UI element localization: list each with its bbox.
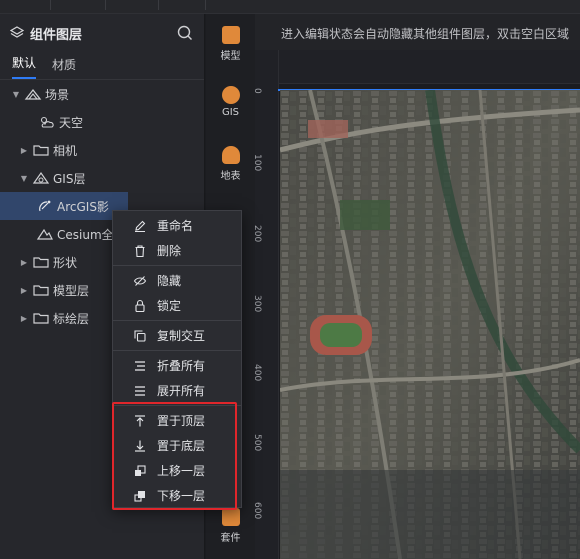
tree-item-arcgis-imagery[interactable]: ArcGIS影	[0, 192, 128, 220]
tree-item-label: 模型层	[53, 283, 90, 298]
lock-icon	[135, 299, 145, 312]
folder-icon	[33, 285, 49, 296]
folder-icon	[33, 145, 49, 156]
menu-divider	[113, 265, 241, 266]
satellite-imagery	[280, 90, 580, 559]
rail-item-gis[interactable]: GIS	[206, 86, 255, 118]
menu-item-label: 折叠所有	[157, 359, 206, 373]
menu-item-delete[interactable]: 删除	[113, 238, 241, 263]
tree-item-label: 标绘层	[53, 311, 90, 326]
satellite-icon	[39, 200, 51, 212]
collapsed-arrow-icon[interactable]: ▶	[18, 146, 30, 155]
toolbar-divider	[205, 0, 206, 10]
collapsed-arrow-icon[interactable]: ▶	[18, 286, 30, 295]
tree-item-label: 相机	[53, 143, 78, 158]
tree-item-scene[interactable]: ▼ 场景	[0, 80, 205, 108]
copy-icon	[134, 329, 146, 342]
menu-item-label: 删除	[157, 244, 182, 258]
rail-item-label: GIS	[221, 107, 240, 118]
ruler-label: 500	[252, 434, 262, 452]
terrain-icon	[36, 228, 53, 240]
toolbar-divider	[50, 0, 51, 10]
tree-item-label: ArcGIS影	[57, 199, 109, 214]
menu-item-label: 重命名	[157, 219, 194, 233]
tree-item-sky[interactable]: 天空	[0, 108, 205, 136]
rail-item-label: 模型	[220, 51, 241, 62]
tab-material[interactable]: 材质	[52, 56, 76, 79]
eye-off-icon	[133, 275, 147, 286]
pencil-icon	[135, 220, 146, 232]
rail-item-terrain[interactable]: 地表	[206, 146, 255, 182]
menu-item-lock[interactable]: 锁定	[113, 293, 241, 318]
scene-icon	[24, 88, 42, 100]
horizontal-ruler	[279, 50, 580, 84]
ruler-label: 400	[252, 364, 262, 382]
menu-item-copy-interaction[interactable]: 复制交互	[113, 323, 241, 348]
gis-icon	[221, 86, 240, 104]
vertical-ruler: 0 100 200 300 400 500 600	[252, 50, 279, 559]
rail-item-model[interactable]: 模型	[206, 26, 255, 62]
ruler-label: 300	[252, 295, 262, 313]
menu-item-label: 展开所有	[157, 384, 206, 398]
collapsed-arrow-icon[interactable]: ▶	[18, 258, 30, 267]
menu-item-hide[interactable]: 隐藏	[113, 268, 241, 293]
expand-icon	[135, 385, 145, 396]
tree-item-label: Cesium全	[57, 227, 114, 242]
kit-icon	[221, 508, 240, 526]
tree-item-label: 场景	[45, 87, 70, 102]
ruler-label: 200	[252, 225, 262, 243]
trash-icon	[135, 244, 145, 257]
folder-icon	[33, 313, 49, 324]
rail-item-label: 地表	[220, 171, 241, 182]
panel-title: 组件图层	[30, 27, 83, 43]
weather-icon	[40, 116, 54, 128]
ruler-label: 0	[252, 88, 262, 94]
expand-arrow-icon[interactable]: ▼	[10, 90, 22, 99]
menu-item-label: 复制交互	[157, 329, 206, 343]
terrain-icon	[221, 146, 240, 164]
edit-mode-hint: 进入编辑状态会自动隐藏其他组件图层，双击空白区域	[255, 14, 580, 50]
tree-item-label: 天空	[59, 115, 84, 130]
folder-icon	[33, 257, 49, 268]
ruler-label: 100	[252, 154, 262, 172]
tree-item-label: 形状	[53, 255, 78, 270]
menu-item-collapse-all[interactable]: 折叠所有	[113, 353, 241, 378]
ruler-label: 600	[252, 502, 262, 520]
rail-item-label: 套件	[220, 533, 241, 544]
gis-layer-icon	[32, 171, 50, 184]
collapse-icon	[135, 360, 145, 371]
tree-item-camera[interactable]: ▶ 相机	[0, 136, 205, 164]
map-canvas[interactable]	[280, 90, 580, 559]
toolbar-divider	[158, 0, 159, 10]
layers-icon	[10, 26, 24, 38]
search-icon[interactable]	[176, 24, 194, 42]
toolbar-divider	[105, 0, 106, 10]
menu-item-label: 锁定	[157, 299, 182, 313]
expand-arrow-icon[interactable]: ▼	[18, 174, 30, 183]
rail-item-kit[interactable]: 套件	[206, 508, 255, 544]
tab-default[interactable]: 默认	[12, 54, 37, 79]
collapsed-arrow-icon[interactable]: ▶	[18, 314, 30, 323]
menu-item-rename[interactable]: 重命名	[113, 213, 241, 238]
panel-tabs: 默认 材质	[0, 52, 204, 80]
menu-divider	[113, 350, 241, 351]
top-toolbar-strip	[0, 0, 580, 14]
highlight-annotation-box	[112, 402, 237, 510]
menu-item-label: 隐藏	[157, 274, 182, 288]
menu-divider	[113, 320, 241, 321]
tree-item-gis-layer[interactable]: ▼ GIS层	[0, 164, 205, 192]
panel-header: 组件图层	[0, 14, 204, 52]
model-icon	[221, 26, 240, 44]
tree-item-label: GIS层	[53, 171, 86, 186]
menu-item-expand-all[interactable]: 展开所有	[113, 378, 241, 403]
